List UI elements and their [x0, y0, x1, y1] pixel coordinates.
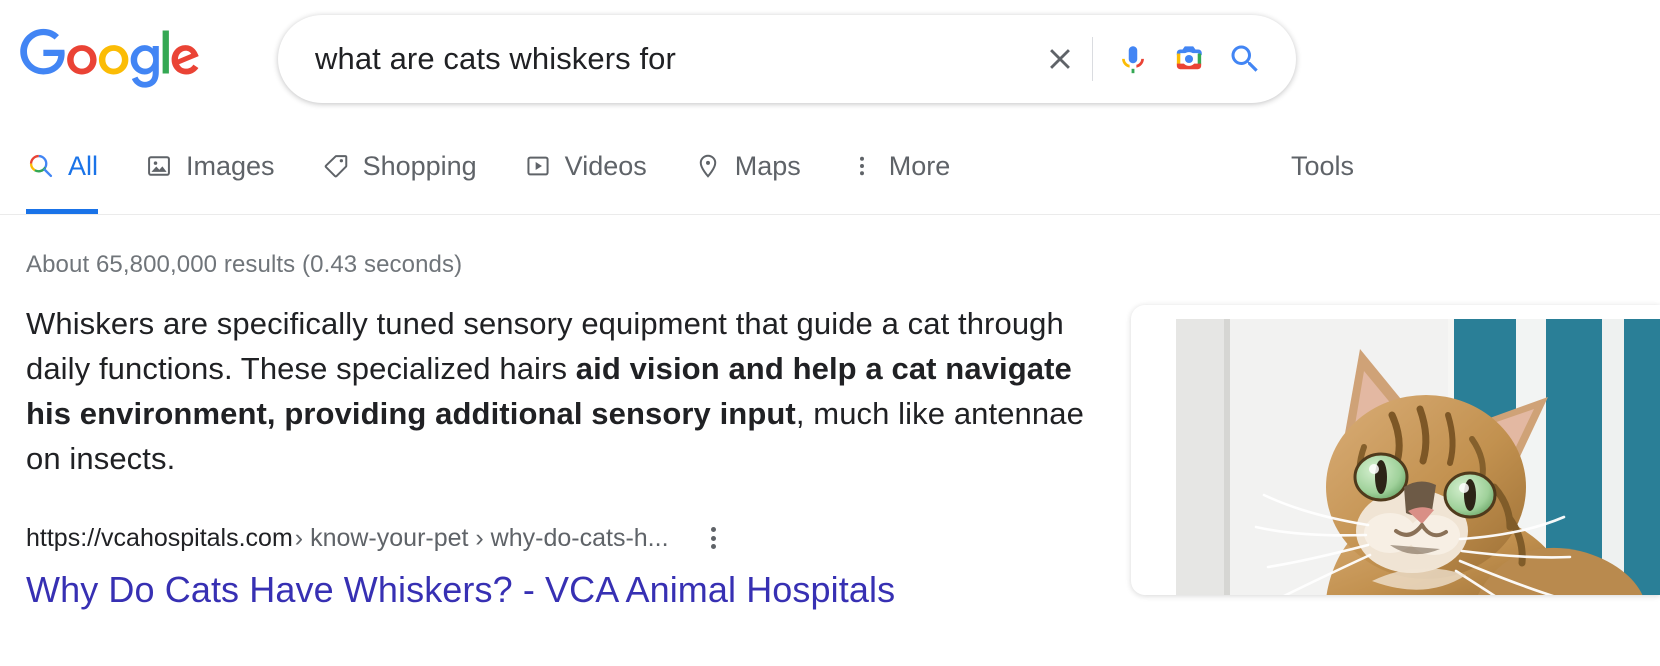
- tab-more[interactable]: More: [847, 118, 951, 214]
- search-input[interactable]: what are cats whiskers for: [279, 41, 1032, 77]
- result-url-domain[interactable]: https://vcahospitals.com: [26, 523, 293, 553]
- tools-label: Tools: [1290, 150, 1354, 181]
- google-logo[interactable]: [20, 28, 200, 90]
- voice-search-icon[interactable]: [1105, 31, 1161, 87]
- map-pin-icon: [693, 151, 723, 181]
- result-thumbnail-card[interactable]: [1131, 305, 1660, 595]
- tab-images[interactable]: Images: [144, 118, 275, 214]
- tab-label: Maps: [734, 150, 801, 181]
- result-stats: About 65,800,000 results (0.43 seconds): [26, 251, 463, 278]
- clear-search-button[interactable]: [1032, 31, 1088, 87]
- nav-tabs: All Images Shopping Videos Maps More: [26, 118, 996, 214]
- search-divider: [1092, 37, 1093, 81]
- tab-shopping[interactable]: Shopping: [321, 118, 477, 214]
- search-actions: [1032, 31, 1295, 87]
- more-vertical-icon: [847, 151, 877, 181]
- tab-label: All: [68, 150, 99, 181]
- tab-all[interactable]: All: [26, 118, 99, 214]
- tab-maps[interactable]: Maps: [693, 118, 801, 214]
- tab-label: More: [888, 150, 951, 181]
- tag-icon: [321, 151, 351, 181]
- tab-label: Images: [186, 150, 275, 181]
- google-lens-icon[interactable]: [1161, 31, 1217, 87]
- video-icon: [523, 151, 553, 181]
- result-options-kebab-icon[interactable]: [701, 523, 726, 553]
- search-submit-icon[interactable]: [1217, 31, 1273, 87]
- result-thumbnail-image: [1176, 319, 1660, 595]
- search-nav-bar: All Images Shopping Videos Maps More Too…: [0, 118, 1660, 215]
- search-icon: [26, 151, 56, 181]
- search-box[interactable]: what are cats whiskers for: [278, 15, 1296, 103]
- tools-button[interactable]: Tools: [1291, 118, 1354, 214]
- tab-label: Videos: [564, 150, 647, 181]
- image-icon: [144, 151, 174, 181]
- tab-videos[interactable]: Videos: [523, 118, 647, 214]
- result-area: Whiskers are specifically tuned sensory …: [0, 301, 1660, 613]
- result-url-path: › know-your-pet › why-do-cats-h...: [294, 524, 669, 552]
- featured-snippet: Whiskers are specifically tuned sensory …: [26, 301, 1116, 481]
- active-tab-underline: [26, 209, 99, 214]
- tab-label: Shopping: [362, 150, 477, 181]
- page-header: what are cats whiskers for: [0, 0, 1660, 118]
